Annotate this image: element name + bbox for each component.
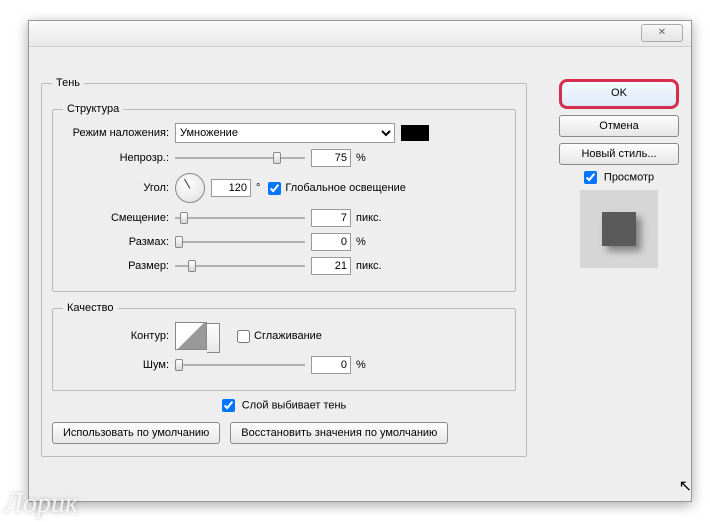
size-input[interactable]: 21 (311, 257, 351, 275)
layer-knockout-row: Слой выбивает тень (52, 399, 516, 412)
global-light-checkbox[interactable] (268, 182, 281, 195)
spread-slider[interactable] (175, 235, 305, 249)
global-light-label: Глобальное освещение (285, 182, 406, 194)
opacity-label: Непрозр.: (63, 152, 175, 164)
cancel-button[interactable]: Отмена (559, 115, 679, 137)
spread-input[interactable]: 0 (311, 233, 351, 251)
opacity-input[interactable]: 75 (311, 149, 351, 167)
preview-label: Просмотр (604, 171, 654, 183)
antialias-label: Сглаживание (254, 330, 322, 342)
structure-fieldset: Структура Режим наложения: Умножение Неп… (52, 103, 516, 292)
size-slider[interactable] (175, 259, 305, 273)
right-column: OK Отмена Новый стиль... Просмотр (559, 79, 679, 268)
noise-unit: % (356, 359, 366, 371)
shadow-legend: Тень (52, 77, 84, 89)
size-unit: пикс. (356, 260, 382, 272)
antialias-checkbox[interactable] (237, 330, 250, 343)
watermark: Лорик (4, 488, 78, 520)
color-swatch[interactable] (401, 125, 429, 141)
offset-slider[interactable] (175, 211, 305, 225)
spread-label: Размах: (63, 236, 175, 248)
angle-label: Угол: (63, 182, 175, 194)
noise-input[interactable]: 0 (311, 356, 351, 374)
noise-label: Шум: (63, 359, 175, 371)
blend-mode-select[interactable]: Умножение (175, 123, 395, 143)
ok-button[interactable]: OK (559, 79, 679, 109)
angle-dial[interactable] (175, 173, 205, 203)
structure-legend: Структура (63, 103, 123, 115)
titlebar: ✕ (29, 21, 691, 47)
preview-box (580, 190, 658, 268)
preview-checkbox[interactable] (584, 171, 597, 184)
opacity-unit: % (356, 152, 366, 164)
shadow-fieldset: Тень Структура Режим наложения: Умножени… (41, 77, 527, 457)
offset-input[interactable]: 7 (311, 209, 351, 227)
close-button[interactable]: ✕ (641, 24, 683, 42)
noise-slider[interactable] (175, 358, 305, 372)
quality-fieldset: Качество Контур: Сглаживание Шум: 0 % (52, 302, 516, 391)
restore-default-button[interactable]: Восстановить значения по умолчанию (230, 422, 448, 444)
quality-legend: Качество (63, 302, 118, 314)
dialog-window: ✕ Тень Структура Режим наложения: Умноже… (28, 20, 692, 502)
new-style-button[interactable]: Новый стиль... (559, 143, 679, 165)
spread-unit: % (356, 236, 366, 248)
layer-knockout-checkbox[interactable] (222, 399, 235, 412)
angle-unit: ° (256, 182, 260, 194)
angle-input[interactable]: 120 (211, 179, 251, 197)
dialog-body: Тень Структура Режим наложения: Умножени… (29, 47, 691, 501)
use-default-button[interactable]: Использовать по умолчанию (52, 422, 220, 444)
offset-unit: пикс. (356, 212, 382, 224)
preview-swatch (602, 212, 636, 246)
blend-mode-label: Режим наложения: (63, 127, 175, 139)
contour-picker[interactable] (175, 322, 207, 350)
offset-label: Смещение: (63, 212, 175, 224)
size-label: Размер: (63, 260, 175, 272)
opacity-slider[interactable] (175, 151, 305, 165)
layer-knockout-label: Слой выбивает тень (242, 399, 347, 411)
contour-label: Контур: (63, 330, 175, 342)
cursor-icon: ↖ (679, 476, 692, 496)
